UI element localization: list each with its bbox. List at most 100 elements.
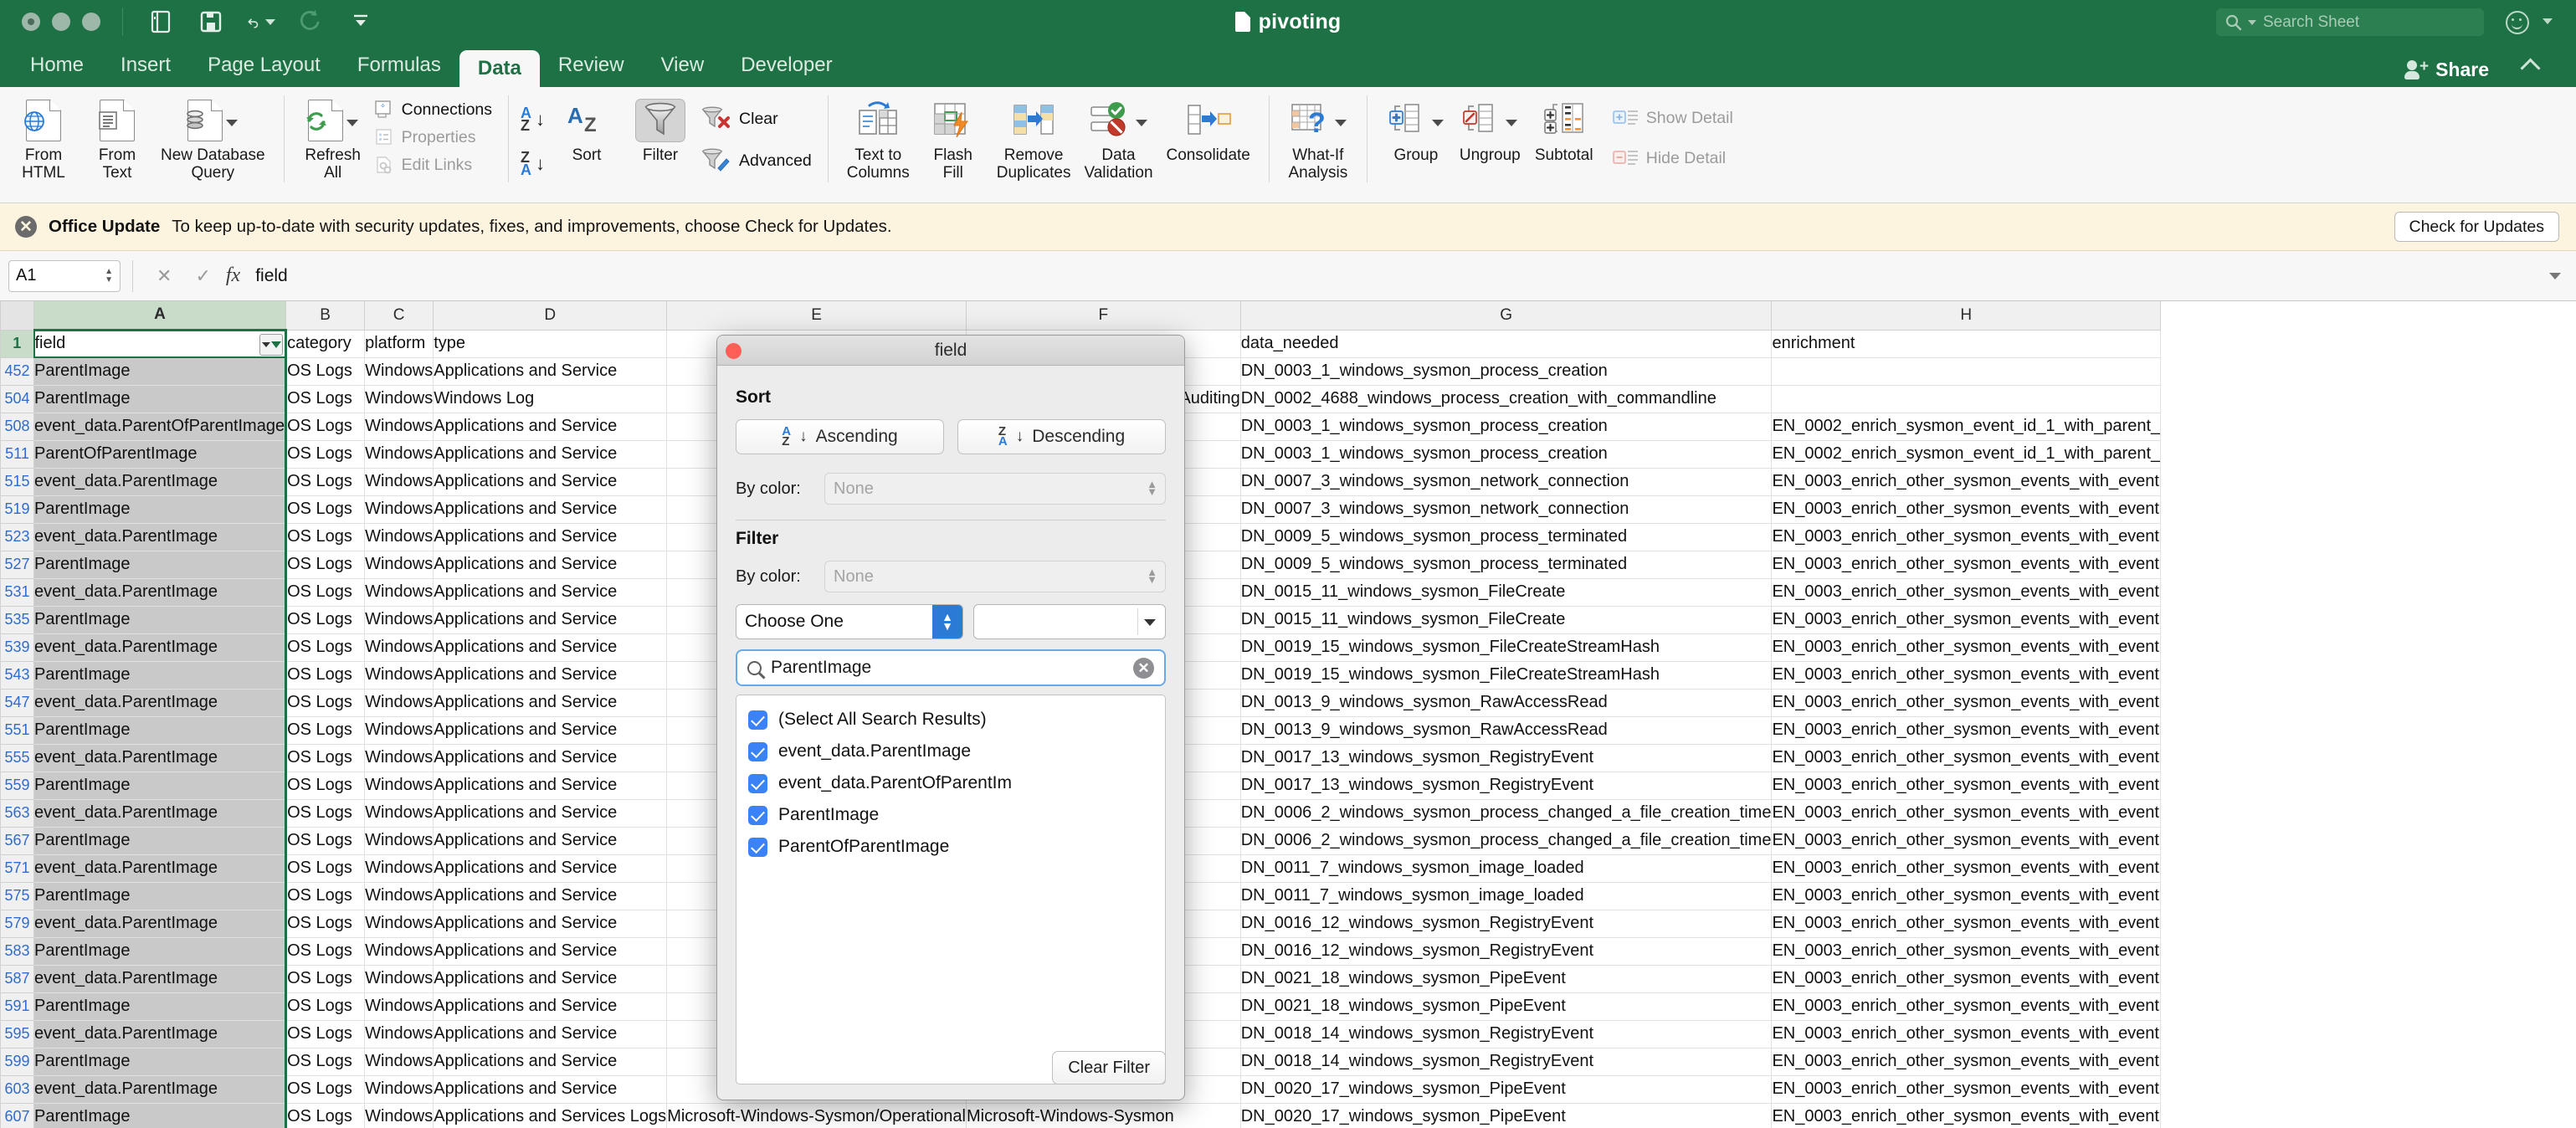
cell-category[interactable]: OS Logs xyxy=(285,1019,366,1049)
select-all-corner[interactable] xyxy=(0,301,34,331)
cell-enrichment[interactable]: EN_0003_enrich_other_sysmon_events_with_… xyxy=(1771,688,2162,717)
tab-data[interactable]: Data xyxy=(459,50,540,87)
cell-data_needed[interactable]: DN_0019_15_windows_sysmon_FileCreateStre… xyxy=(1239,633,1773,662)
cell-d1[interactable]: type xyxy=(433,329,668,358)
cell-enrichment[interactable]: EN_0003_enrich_other_sysmon_events_with_… xyxy=(1771,909,2162,938)
cell-enrichment[interactable]: EN_0003_enrich_other_sysmon_events_with_… xyxy=(1771,743,2162,772)
cell-type[interactable]: Applications and Service xyxy=(433,771,668,800)
row-header[interactable]: 583 xyxy=(0,936,34,966)
search-scope-chevron-icon[interactable] xyxy=(2248,19,2256,25)
cell-data_needed[interactable]: DN_0018_14_windows_sysmon_RegistryEvent xyxy=(1239,1047,1773,1076)
cell-data_needed[interactable]: DN_0003_1_windows_sysmon_process_creatio… xyxy=(1239,356,1773,386)
checkbox-item[interactable] xyxy=(748,837,767,857)
cell-field[interactable]: ParentImage xyxy=(33,992,287,1021)
consolidate-button[interactable]: Consolidate xyxy=(1160,94,1257,164)
cell-enrichment[interactable]: EN_0003_enrich_other_sysmon_events_with_… xyxy=(1771,854,2162,883)
row-header[interactable]: 547 xyxy=(0,688,34,717)
column-header-e[interactable]: E xyxy=(666,301,967,331)
cell-enrichment[interactable]: EN_0003_enrich_other_sysmon_events_with_… xyxy=(1771,1102,2162,1128)
clear-search-icon[interactable]: ✕ xyxy=(1133,657,1154,679)
cell-platform[interactable]: Windows xyxy=(364,743,434,772)
cell-enrichment[interactable]: EN_0003_enrich_other_sysmon_events_with_… xyxy=(1771,1047,2162,1076)
cell-e[interactable]: Microsoft-Windows-Sysmon/Operational xyxy=(666,1102,967,1128)
cell-type[interactable]: Applications and Service xyxy=(433,881,668,910)
cell-data_needed[interactable]: DN_0020_17_windows_sysmon_PipeEvent xyxy=(1239,1074,1773,1104)
cell-platform[interactable]: Windows xyxy=(364,467,434,496)
cell-type[interactable]: Applications and Service xyxy=(433,964,668,993)
cell-type[interactable]: Windows Log xyxy=(433,384,668,413)
row-header[interactable]: 567 xyxy=(0,826,34,855)
cell-category[interactable]: OS Logs xyxy=(285,522,366,551)
column-header-f[interactable]: F xyxy=(965,301,1241,331)
cell-enrichment[interactable]: EN_0003_enrich_other_sysmon_events_with_… xyxy=(1771,881,2162,910)
cell-type[interactable]: Applications and Service xyxy=(433,495,668,524)
cell-enrichment[interactable]: EN_0003_enrich_other_sysmon_events_with_… xyxy=(1771,633,2162,662)
cell-data_needed[interactable]: DN_0021_18_windows_sysmon_PipeEvent xyxy=(1239,992,1773,1021)
confirm-entry-icon[interactable]: ✓ xyxy=(195,265,210,287)
cell-type[interactable]: Applications and Service xyxy=(433,605,668,634)
cell-data_needed[interactable]: DN_0015_11_windows_sysmon_FileCreate xyxy=(1239,605,1773,634)
cell-type[interactable]: Applications and Service xyxy=(433,660,668,690)
cell-platform[interactable]: Windows xyxy=(364,992,434,1021)
filter-search-input[interactable]: ParentImage ✕ xyxy=(736,649,1166,686)
cell-category[interactable]: OS Logs xyxy=(285,605,366,634)
cell-category[interactable]: OS Logs xyxy=(285,495,366,524)
row-header[interactable]: 551 xyxy=(0,715,34,745)
cell-enrichment[interactable]: EN_0003_enrich_other_sysmon_events_with_… xyxy=(1771,715,2162,745)
sort-descending-button[interactable]: ZA ↓ xyxy=(521,149,545,177)
cell-platform[interactable]: Windows xyxy=(364,550,434,579)
cell-enrichment[interactable]: EN_0003_enrich_other_sysmon_events_with_… xyxy=(1771,1074,2162,1104)
from-text-button[interactable]: From Text xyxy=(80,94,154,182)
cell-data_needed[interactable]: DN_0020_17_windows_sysmon_PipeEvent xyxy=(1239,1102,1773,1128)
checkbox-item[interactable] xyxy=(748,773,767,793)
cell-platform[interactable]: Windows xyxy=(364,909,434,938)
cell-enrichment[interactable]: EN_0003_enrich_other_sysmon_events_with_… xyxy=(1771,826,2162,855)
tab-formulas[interactable]: Formulas xyxy=(339,44,459,87)
customize-toolbar-icon[interactable] xyxy=(347,8,376,36)
list-item[interactable]: (Select All Search Results) xyxy=(748,704,1165,736)
cell-enrichment[interactable]: EN_0003_enrich_other_sysmon_events_with_… xyxy=(1771,522,2162,551)
row-header[interactable]: 591 xyxy=(0,992,34,1021)
filter-items-list[interactable]: (Select All Search Results) event_data.P… xyxy=(736,695,1166,1084)
cell-h1[interactable]: enrichment xyxy=(1771,329,2162,358)
column-header-h[interactable]: H xyxy=(1771,301,2162,331)
cell-enrichment[interactable]: EN_0003_enrich_other_sysmon_events_with_… xyxy=(1771,577,2162,607)
group-chevron-down-icon[interactable] xyxy=(1431,120,1444,126)
row-header[interactable]: 559 xyxy=(0,771,34,800)
cell-type[interactable]: Applications and Service xyxy=(433,356,668,386)
cell-category[interactable]: OS Logs xyxy=(285,826,366,855)
save-icon[interactable] xyxy=(197,8,225,36)
cell-platform[interactable]: Windows xyxy=(364,798,434,828)
filter-dropdown-button[interactable] xyxy=(259,333,284,356)
row-header[interactable]: 539 xyxy=(0,633,34,662)
cell-category[interactable]: OS Logs xyxy=(285,688,366,717)
cell-field[interactable]: ParentOfParentImage xyxy=(33,439,287,469)
cell-category[interactable]: OS Logs xyxy=(285,660,366,690)
cell-category[interactable]: OS Logs xyxy=(285,771,366,800)
cell-category[interactable]: OS Logs xyxy=(285,384,366,413)
cell-field[interactable]: ParentImage xyxy=(33,826,287,855)
row-header[interactable]: 555 xyxy=(0,743,34,772)
cell-field[interactable]: ParentImage xyxy=(33,771,287,800)
data-validation-chevron-down-icon[interactable] xyxy=(1136,120,1148,126)
row-header[interactable]: 504 xyxy=(0,384,34,413)
cell-type[interactable]: Applications and Service xyxy=(433,909,668,938)
checkbox-item[interactable] xyxy=(748,805,767,825)
cell-platform[interactable]: Windows xyxy=(364,660,434,690)
chevron-down-icon[interactable] xyxy=(1144,619,1156,626)
subtotal-button[interactable]: Subtotal xyxy=(1527,94,1601,164)
cell-field[interactable]: ParentImage xyxy=(33,660,287,690)
cell-category[interactable]: OS Logs xyxy=(285,881,366,910)
cell-data_needed[interactable]: DN_0003_1_windows_sysmon_process_creatio… xyxy=(1239,439,1773,469)
row-header[interactable]: 607 xyxy=(0,1102,34,1128)
row-header[interactable]: 579 xyxy=(0,909,34,938)
cell-type[interactable]: Applications and Service xyxy=(433,412,668,441)
name-box-stepper-icon[interactable]: ▲ ▼ xyxy=(105,267,113,284)
cell-platform[interactable]: Windows xyxy=(364,633,434,662)
collapse-ribbon-icon[interactable] xyxy=(2520,58,2541,79)
cell-category[interactable]: OS Logs xyxy=(285,439,366,469)
cell-data_needed[interactable]: DN_0017_13_windows_sysmon_RegistryEvent xyxy=(1239,771,1773,800)
cell-enrichment[interactable]: EN_0003_enrich_other_sysmon_events_with_… xyxy=(1771,964,2162,993)
cell-platform[interactable]: Windows xyxy=(364,1102,434,1128)
group-button[interactable]: Group xyxy=(1379,94,1453,164)
